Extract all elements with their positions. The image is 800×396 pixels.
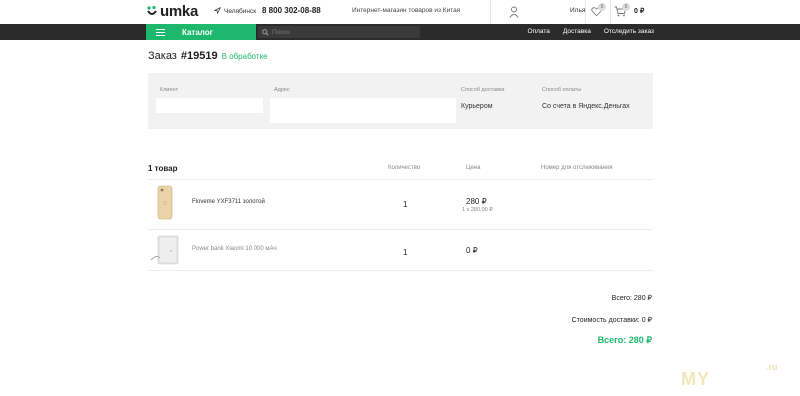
catalog-label: Каталог xyxy=(182,27,213,37)
product-name[interactable]: Power bank Xiaomi 10 000 мАч xyxy=(192,246,277,252)
order-number: #19519 xyxy=(180,50,218,62)
city-selector[interactable]: Челябинск xyxy=(213,6,257,16)
location-arrow-icon xyxy=(213,6,222,16)
search-icon[interactable] xyxy=(262,28,269,36)
page-title: Заказ #19519 В обработке xyxy=(148,50,268,62)
items-total: Всего: 280 ₽ xyxy=(611,295,652,302)
client-field xyxy=(156,98,263,113)
user-name[interactable]: Илья xyxy=(570,7,585,14)
payment-method-label: Способ оплаты xyxy=(542,87,582,93)
cart-badge: 0 xyxy=(622,3,630,11)
product-qty: 1 xyxy=(403,248,408,257)
product-image[interactable] xyxy=(149,234,183,271)
nav-link-delivery[interactable]: Доставка xyxy=(563,28,591,35)
payment-method-value: Со счета в Яндекс.Деньгах xyxy=(542,103,630,110)
product-name[interactable]: Floveme YXF3711 золотой xyxy=(192,199,265,205)
row-divider xyxy=(148,229,653,230)
delivery-method-value: Курьером xyxy=(461,103,493,110)
nav-bar: Каталог Оплата Доставка Отследить заказ xyxy=(0,24,800,40)
order-title-prefix: Заказ xyxy=(148,50,177,62)
address-field xyxy=(270,98,456,123)
watermark-suffix: .ru xyxy=(766,362,778,372)
client-label: Клиент xyxy=(160,87,179,93)
cart-total[interactable]: 0 ₽ xyxy=(634,7,644,15)
product-price: 0 ₽ xyxy=(466,246,478,255)
address-label: Адрес xyxy=(274,87,290,93)
search-input[interactable] xyxy=(272,28,412,36)
order-status: В обработке xyxy=(221,52,268,61)
product-price-detail: 1 x 280.00 ₽ xyxy=(462,207,493,213)
search-box[interactable] xyxy=(258,26,420,38)
product-image[interactable] xyxy=(154,185,176,226)
top-bar: umka Челябинск 8 800 302-08-88 Интернет-… xyxy=(0,0,800,24)
logo[interactable]: umka xyxy=(146,3,198,20)
items-count-title: 1 товар xyxy=(148,164,178,173)
grand-total: Всего: 280 ₽ xyxy=(597,335,652,345)
hamburger-icon xyxy=(156,28,165,36)
city-label: Челябинск xyxy=(224,8,257,15)
user-icon[interactable] xyxy=(509,5,519,23)
phone-number[interactable]: 8 800 302-08-88 xyxy=(262,6,321,15)
order-info-panel: Клиент Адрес Способ доставки Курьером Сп… xyxy=(148,73,653,129)
column-header-price: Цена xyxy=(466,165,481,171)
nav-link-track-order[interactable]: Отследить заказ xyxy=(604,28,654,35)
divider xyxy=(610,0,611,24)
delivery-cost: Стоимость доставки: 0 ₽ xyxy=(571,317,652,324)
column-header-qty: Количество xyxy=(388,165,421,171)
nav-links: Оплата Доставка Отследить заказ xyxy=(528,28,654,35)
tagline: Интернет-магазин товаров из Китая xyxy=(352,7,461,14)
divider xyxy=(585,0,586,24)
nav-link-payment[interactable]: Оплата xyxy=(528,28,550,35)
logo-text: umka xyxy=(160,3,198,20)
product-qty: 1 xyxy=(403,200,408,209)
divider xyxy=(490,0,491,24)
row-divider xyxy=(148,179,653,180)
watermark: MY xyxy=(681,369,710,389)
catalog-button[interactable]: Каталог xyxy=(146,24,256,40)
delivery-method-label: Способ доставки xyxy=(461,87,505,93)
product-price: 280 ₽ xyxy=(466,197,487,206)
logo-icon xyxy=(146,5,158,19)
column-header-tracking: Номер для отслеживания xyxy=(541,165,613,171)
row-divider xyxy=(148,270,653,271)
favorites-badge: 0 xyxy=(598,3,606,11)
